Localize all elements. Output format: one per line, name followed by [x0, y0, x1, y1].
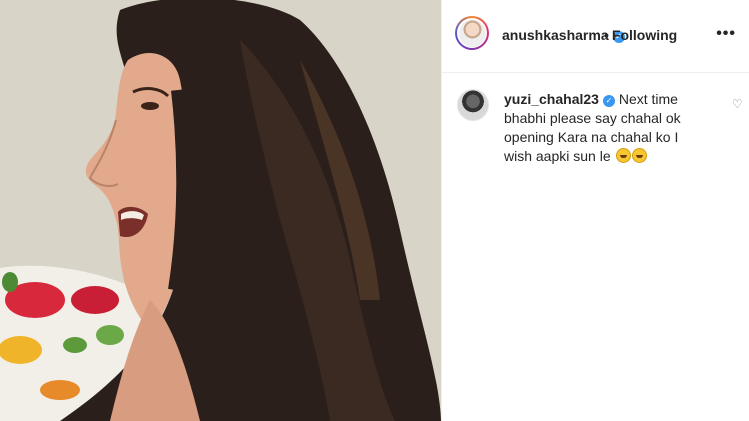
commenter-avatar[interactable]: [457, 89, 489, 121]
following-button[interactable]: Following: [612, 27, 677, 43]
author-avatar[interactable]: [455, 16, 489, 50]
avatar-image: [458, 19, 486, 47]
commenter-username[interactable]: yuzi_chahal23: [504, 91, 599, 107]
heart-icon[interactable]: ♡: [732, 97, 743, 111]
post-header: anushkasharma ✓ • Following •••: [442, 0, 749, 73]
post-sidebar: anushkasharma ✓ • Following ••• yuzi_chaha…: [441, 0, 749, 421]
separator-dot: •: [604, 27, 609, 43]
verified-badge-icon: ✓: [602, 95, 615, 107]
follow-status-row: • Following: [600, 27, 677, 43]
author-username[interactable]: anushkasharma: [502, 27, 609, 43]
more-options-icon[interactable]: •••: [716, 25, 736, 43]
avatar-inner-ring: [457, 18, 487, 48]
rolling-on-floor-laughing-emoji-icon: [631, 148, 647, 163]
post-media-video[interactable]: [0, 0, 441, 421]
video-frame-image: [0, 0, 441, 421]
rolling-on-floor-laughing-emoji-icon: [615, 148, 631, 163]
comment-body: yuzi_chahal23 ✓ Next time bhabhi please s…: [504, 90, 704, 166]
